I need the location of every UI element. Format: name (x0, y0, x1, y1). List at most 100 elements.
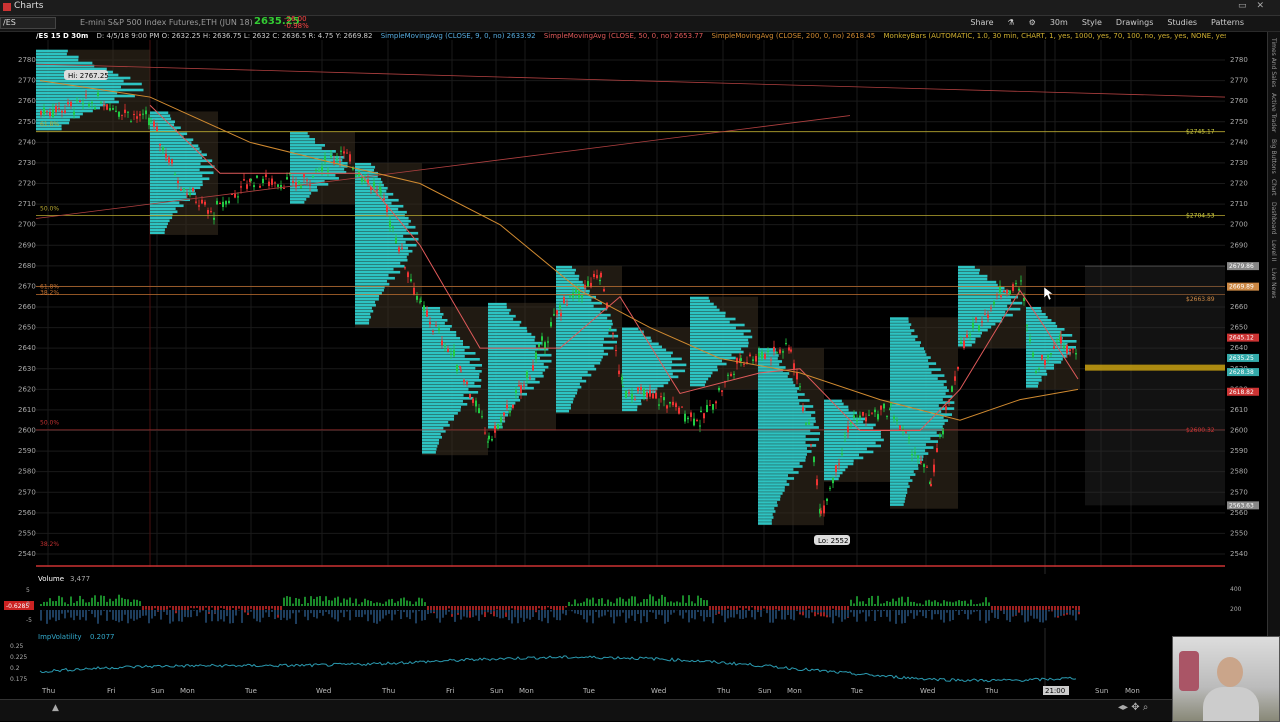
candle-body (796, 373, 798, 380)
volume-bar (565, 606, 567, 607)
candle-body (225, 201, 227, 204)
candle-body (684, 414, 686, 422)
sidebar-tab[interactable]: Dashboard (1270, 202, 1277, 235)
volume-bar (955, 601, 957, 606)
profile-row (824, 418, 867, 421)
profile-row (150, 222, 168, 225)
volume-bar (988, 602, 990, 606)
candle-body (121, 115, 123, 116)
volume-sub-bar (475, 610, 477, 616)
price-tick-left: 2700 (18, 221, 36, 229)
volume-sub-bar (736, 610, 738, 614)
candle-body (596, 275, 598, 278)
profile-row (150, 168, 200, 171)
studies-button[interactable]: Studies (1167, 18, 1197, 27)
candle-body (553, 314, 555, 315)
volume-sub-bar (130, 610, 132, 619)
candle-body (315, 170, 317, 171)
volume-sub-bar (391, 610, 393, 620)
sidebar-tab[interactable]: Live News (1270, 268, 1277, 298)
volume-bar (625, 602, 627, 606)
profile-row (890, 350, 925, 353)
candle-body (1000, 295, 1002, 297)
profile-row (355, 244, 417, 247)
candle-body (503, 413, 505, 416)
volume-sub-bar (73, 610, 75, 620)
price-tick-right: 2650 (1230, 324, 1248, 332)
volume-sub-bar (577, 610, 579, 614)
profile-row (622, 400, 641, 403)
window-controls[interactable]: ▭✕ (1238, 1, 1274, 11)
patterns-button[interactable]: Patterns (1211, 18, 1244, 27)
share-button[interactable]: Share (970, 18, 993, 27)
drawing-tool-icon[interactable]: ▲ (52, 703, 59, 713)
timeframe-button[interactable]: 30m (1050, 18, 1068, 27)
candle-body (475, 401, 477, 407)
price-tick-right: 2570 (1230, 488, 1248, 496)
volume-bar (661, 595, 663, 606)
volume-bar (637, 604, 639, 606)
volume-sub-bar (316, 610, 318, 618)
volume-sub-bar (784, 610, 786, 620)
price-chart[interactable]: 2780278027702770276027602750275027402740… (0, 32, 1268, 702)
candle-body (823, 505, 825, 513)
volume-bar (289, 597, 291, 606)
volume-bar (853, 603, 855, 606)
profile-row (758, 498, 780, 501)
volume-sub-bar (481, 610, 483, 615)
candle-body (444, 346, 446, 347)
profile-row (488, 414, 508, 417)
candle-body (398, 247, 400, 251)
profile-row (290, 201, 304, 204)
volume-sub-bar (223, 610, 225, 622)
profile-row (422, 427, 443, 430)
sidebar-tab[interactable]: Times And Sales (1270, 38, 1277, 87)
profile-row (556, 311, 601, 314)
style-button[interactable]: Style (1082, 18, 1102, 27)
time-tick: Mon (180, 687, 195, 695)
volume-bar (889, 602, 891, 606)
sidebar-tab[interactable]: Chart (1270, 179, 1277, 196)
volume-sub-bar (163, 610, 165, 612)
volume-sub-bar (181, 610, 183, 622)
volume-bar (652, 596, 654, 606)
volume-bar (514, 606, 516, 610)
candle-body (914, 453, 916, 454)
volume-sub-bar (76, 610, 78, 616)
profile-row (758, 381, 793, 384)
profile-row (150, 195, 187, 198)
price-tick-left: 2680 (18, 262, 36, 270)
profile-row (422, 388, 468, 391)
symbol-input[interactable]: /ES (0, 17, 56, 29)
price-tick-left: 2540 (18, 550, 36, 558)
candle-body (755, 356, 757, 362)
sidebar-tab[interactable]: Big Buttons (1270, 139, 1277, 174)
sidebar-tab[interactable]: Level II (1270, 240, 1277, 261)
volume-bar (919, 603, 921, 606)
volume-sub-bar (979, 610, 981, 621)
candle-body (309, 185, 311, 186)
profile-row (890, 479, 912, 482)
volume-sub-bar (145, 610, 147, 616)
flask-icon[interactable]: ⚗ (1008, 18, 1015, 27)
sidebar-tab[interactable]: Active Trader (1270, 93, 1277, 132)
volume-sub-bar (1069, 610, 1071, 615)
profile-row (422, 316, 442, 319)
gear-icon[interactable]: ⚙ (1029, 18, 1036, 27)
volume-sub-bar (871, 610, 873, 611)
profile-row (150, 153, 207, 156)
profile-row (1026, 382, 1039, 385)
volume-bar (535, 606, 537, 612)
volume-bar (835, 606, 837, 610)
candle-body (813, 457, 815, 462)
volume-bar (403, 597, 405, 606)
profile-row (690, 324, 745, 327)
volume-sub-bar (376, 610, 378, 624)
drawings-button[interactable]: Drawings (1116, 18, 1153, 27)
volume-bar (154, 606, 156, 608)
candle-body (612, 333, 614, 334)
volume-sub-bar (271, 610, 273, 612)
profile-row (36, 128, 62, 131)
zoom-controls[interactable]: ◂▸ ✥ ⌕ (1118, 702, 1148, 713)
profile-row (622, 385, 664, 388)
